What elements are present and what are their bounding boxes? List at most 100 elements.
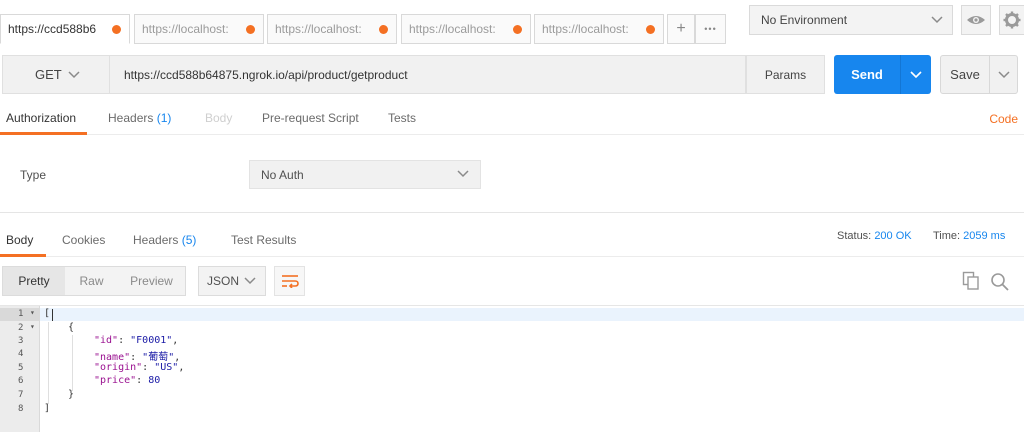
unsaved-dot-icon xyxy=(112,25,121,34)
tab-label: https://localhost: xyxy=(409,22,496,36)
tab-label: https://ccd588b6 xyxy=(8,22,97,36)
active-tab-indicator xyxy=(0,132,87,135)
code-line: ] xyxy=(44,403,51,414)
chevron-down-icon xyxy=(68,71,80,79)
tab-label: https://localhost: xyxy=(142,22,229,36)
gear-icon xyxy=(1003,11,1021,29)
status-value: 200 OK xyxy=(874,230,912,242)
text-cursor xyxy=(52,309,53,321)
line-number: 5 xyxy=(18,363,24,373)
headers-count: (1) xyxy=(156,111,172,125)
chevron-down-icon xyxy=(244,277,256,285)
unsaved-dot-icon xyxy=(646,25,655,34)
tab-headers[interactable]: Headers (1) xyxy=(108,111,171,125)
url-input[interactable]: https://ccd588b64875.ngrok.io/api/produc… xyxy=(110,55,746,94)
wrap-lines-icon xyxy=(281,275,299,288)
environment-label: No Environment xyxy=(761,13,848,27)
new-tab-button[interactable]: + xyxy=(667,14,695,44)
line-number: 7 xyxy=(18,390,24,400)
line-number: 3 xyxy=(18,336,24,346)
manage-environments-button[interactable] xyxy=(999,5,1024,35)
ellipsis-icon: ••• xyxy=(704,24,717,34)
send-button[interactable]: Send xyxy=(834,55,900,94)
code-line: { xyxy=(68,322,75,333)
time-value: 2059 ms xyxy=(963,230,1006,242)
tab-response-body[interactable]: Body xyxy=(6,233,33,247)
tab-headers-label: Headers xyxy=(108,111,154,125)
copy-button[interactable] xyxy=(962,271,980,291)
response-status: Status: 200 OK xyxy=(837,230,912,242)
line-number: 1 ▾ xyxy=(18,308,35,319)
line-number: 6 xyxy=(18,376,24,386)
code-line: "id": "F0001", xyxy=(94,335,179,346)
tab-tests[interactable]: Tests xyxy=(388,111,416,125)
request-tab-5[interactable]: https://localhost: xyxy=(534,14,664,44)
more-tabs-button[interactable]: ••• xyxy=(695,14,726,44)
caret-down-icon xyxy=(910,70,922,78)
view-mode-toggle: Pretty Raw Preview xyxy=(2,266,186,296)
tab-label: https://localhost: xyxy=(275,22,362,36)
active-line-highlight xyxy=(40,308,1024,321)
chevron-down-icon xyxy=(457,170,469,178)
tab-response-headers[interactable]: Headers (5) xyxy=(133,233,196,247)
method-label: GET xyxy=(35,67,62,82)
active-tab-indicator xyxy=(0,254,46,257)
unsaved-dot-icon xyxy=(246,25,255,34)
environment-quick-look-button[interactable] xyxy=(961,5,991,35)
wrap-line-button[interactable] xyxy=(274,266,305,296)
copy-icon xyxy=(962,271,979,290)
tab-pre-request-script[interactable]: Pre-request Script xyxy=(262,111,359,125)
url-text: https://ccd588b64875.ngrok.io/api/produc… xyxy=(124,67,408,82)
auth-type-select[interactable]: No Auth xyxy=(249,160,481,189)
response-headers-count: (5) xyxy=(181,233,197,247)
code-line: "origin": "US", xyxy=(94,362,185,373)
request-tab-2[interactable]: https://localhost: xyxy=(134,14,264,44)
save-button[interactable]: Save xyxy=(941,56,989,93)
line-number: 8 xyxy=(18,404,24,414)
status-label: Status: xyxy=(837,230,872,242)
tab-test-results[interactable]: Test Results xyxy=(231,233,296,247)
method-select[interactable]: GET xyxy=(2,55,110,94)
fold-arrow-icon: ▾ xyxy=(30,322,35,331)
pretty-button[interactable]: Pretty xyxy=(3,267,65,295)
line-number: 2 ▾ xyxy=(18,322,35,333)
send-label: Send xyxy=(851,67,883,82)
code-line: "price": 80 xyxy=(94,375,161,386)
save-button-group: Save xyxy=(940,55,1018,94)
raw-button[interactable]: Raw xyxy=(65,267,118,295)
tab-cookies[interactable]: Cookies xyxy=(62,233,105,247)
line-number: 4 xyxy=(18,349,24,359)
send-button-group: Send xyxy=(834,55,931,94)
response-time: Time: 2059 ms xyxy=(933,230,1005,242)
indent-guide xyxy=(72,335,73,391)
request-tab-3[interactable]: https://localhost: xyxy=(267,14,397,44)
request-tab-4[interactable]: https://localhost: xyxy=(401,14,531,44)
eye-icon xyxy=(967,16,985,24)
tab-authorization[interactable]: Authorization xyxy=(6,111,76,125)
save-options-button[interactable] xyxy=(990,56,1018,93)
auth-type-label: Type xyxy=(20,168,47,182)
tab-response-headers-label: Headers xyxy=(133,233,179,247)
caret-down-icon xyxy=(998,70,1010,78)
unsaved-dot-icon xyxy=(379,25,388,34)
code-link[interactable]: Code xyxy=(989,112,1018,126)
tab-label: https://localhost: xyxy=(542,22,629,36)
search-button[interactable] xyxy=(990,272,1010,292)
chevron-down-icon xyxy=(931,16,943,24)
environment-select[interactable]: No Environment xyxy=(749,5,953,35)
tab-body[interactable]: Body xyxy=(205,111,232,125)
code-line: } xyxy=(68,389,75,400)
preview-button[interactable]: Preview xyxy=(118,267,185,295)
request-tab-1[interactable]: https://ccd588b6 xyxy=(0,14,130,44)
send-options-button[interactable] xyxy=(901,55,931,94)
section-divider xyxy=(0,212,1024,213)
plus-icon: + xyxy=(676,20,686,37)
indent-guide xyxy=(48,322,49,404)
params-button[interactable]: Params xyxy=(746,55,825,94)
response-body-editor[interactable]: 1 ▾ 2 ▾ 3 4 5 6 7 8 [ { "id": "F0001", "na… xyxy=(0,305,1024,432)
format-value: JSON xyxy=(207,274,240,288)
params-label: Params xyxy=(764,67,807,82)
code-line: [ xyxy=(44,308,51,319)
save-label: Save xyxy=(950,67,980,82)
format-select[interactable]: JSON xyxy=(198,266,266,296)
